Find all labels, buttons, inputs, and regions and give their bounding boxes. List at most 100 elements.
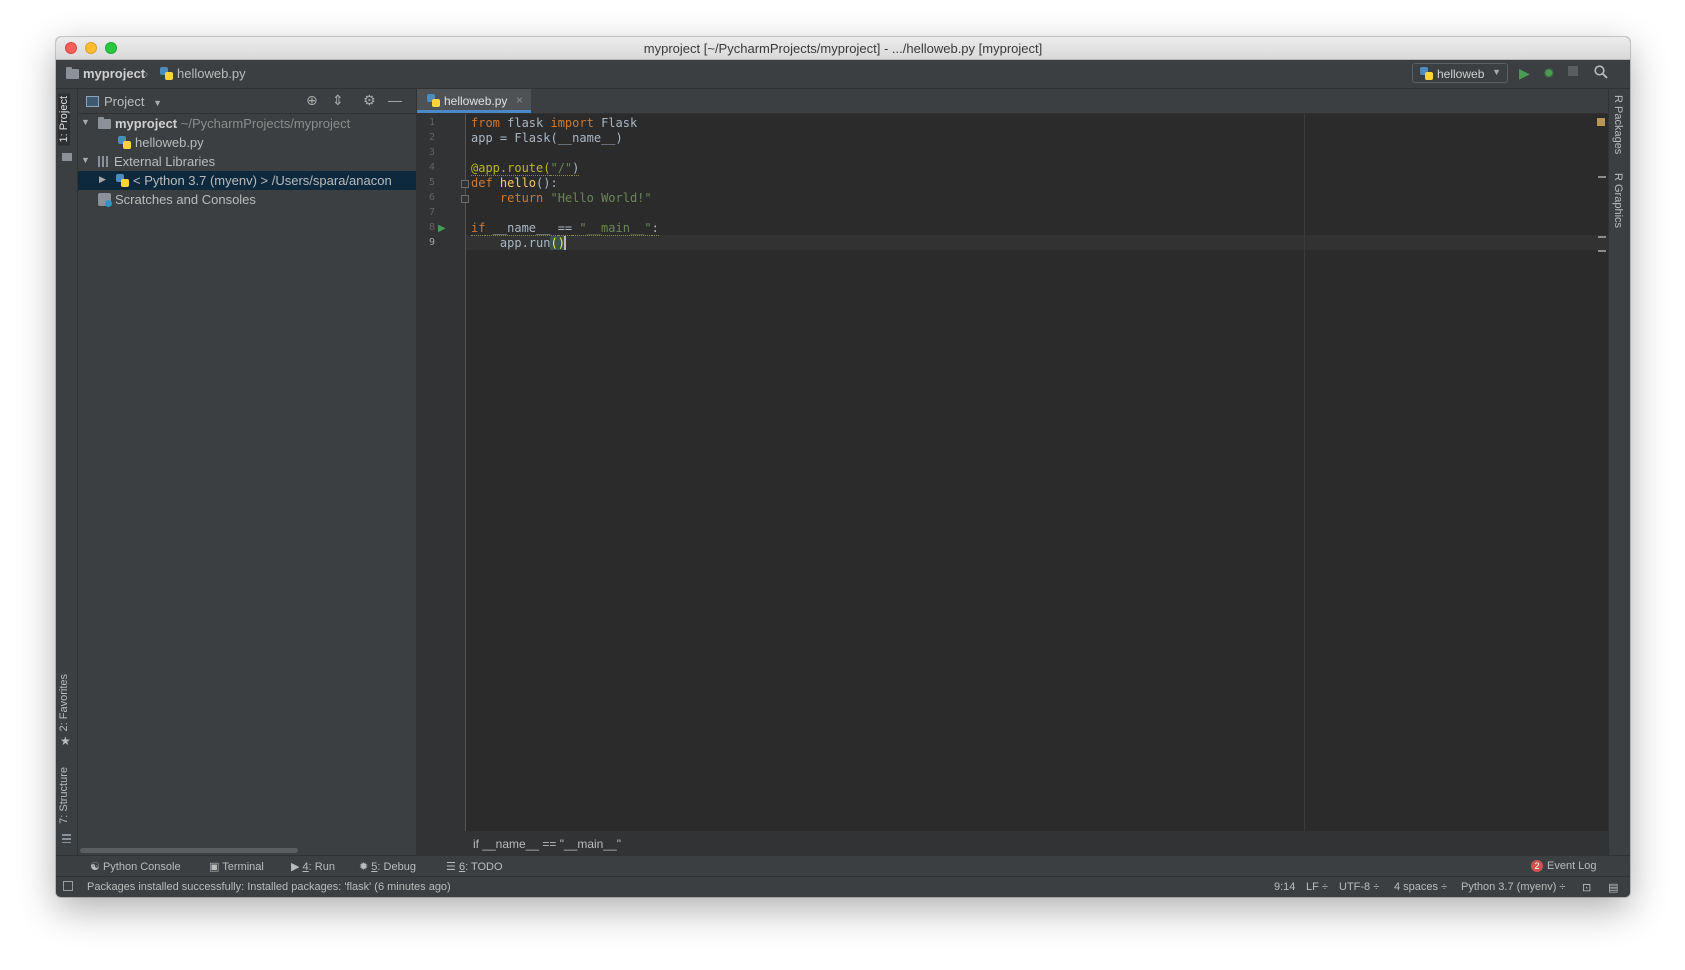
title-bar: myproject [~/PycharmProjects/myproject] … (56, 37, 1630, 60)
search-icon[interactable] (1594, 65, 1608, 82)
debug-icon: ✹ (359, 861, 369, 873)
window-title: myproject [~/PycharmProjects/myproject] … (643, 41, 1043, 56)
line-gutter: 1 2 3 4 5 6 7 8 9 ▶ (417, 114, 469, 832)
project-panel-header: Project ▼ ⊕ ⇕ ⚙ — (78, 89, 416, 114)
error-stripe-mark[interactable] (1598, 250, 1606, 252)
run-icon: ▶ (291, 861, 300, 873)
line-number: 7 (428, 207, 435, 218)
close-icon[interactable]: × (516, 93, 523, 107)
caret-position[interactable]: 9:14 (1274, 881, 1295, 893)
locate-icon[interactable]: ⊕ (306, 92, 318, 109)
tool-window-bar: ☯ Python Console ▣ Terminal ▶ 4: Run ✹ 5… (56, 855, 1630, 877)
breadcrumb-project[interactable]: myproject (66, 66, 145, 81)
tree-item-external-libraries[interactable]: ▼ External Libraries (78, 152, 416, 171)
right-margin-guide (1304, 114, 1305, 832)
project-panel: Project ▼ ⊕ ⇕ ⚙ — ▼ myproject ~/PycharmP… (78, 89, 417, 856)
chevron-down-icon: ▼ (1492, 67, 1501, 77)
run-configuration-select[interactable]: helloweb ▼ (1412, 63, 1508, 83)
tab-structure[interactable]: 7: Structure (58, 767, 70, 824)
interpreter-select[interactable]: Python 3.7 (myenv) ÷ (1461, 881, 1565, 893)
editor-breadcrumb[interactable]: if __name__ == "__main__" (473, 837, 621, 851)
tab-favorites[interactable]: 2: Favorites (58, 674, 70, 731)
library-icon (98, 156, 110, 167)
line-separator-select[interactable]: LF ÷ (1306, 881, 1328, 893)
python-file-icon (160, 67, 173, 80)
line-number: 1 (428, 117, 435, 128)
editor-area: helloweb.py × 1 2 3 4 5 6 7 8 9 ▶ from f… (417, 89, 1608, 856)
python-console-icon: ☯ (90, 861, 100, 873)
structure-icon (62, 834, 71, 843)
line-number: 6 (428, 192, 435, 203)
code-line-1: from flask import Flask (471, 116, 638, 130)
stop-icon[interactable] (1568, 66, 1578, 76)
editor-tab-bar: helloweb.py × (417, 89, 1608, 114)
todo-tool-button[interactable]: ☰ 6: TODO (446, 860, 503, 873)
text-caret (563, 236, 566, 250)
run-icon[interactable]: ▶ (1519, 65, 1530, 82)
run-gutter-icon[interactable]: ▶ (438, 223, 446, 234)
code-line-6: return "Hello World!" (499, 191, 652, 205)
python-file-icon (118, 136, 131, 149)
event-count-badge: 2 (1531, 860, 1543, 872)
code-line-9: app.run() (499, 236, 566, 250)
code-line-5: def hello(): (471, 176, 558, 190)
tree-item-myproject[interactable]: ▼ myproject ~/PycharmProjects/myproject (78, 114, 416, 133)
expand-arrow-icon[interactable]: ▼ (81, 117, 90, 127)
code-line-2: app = Flask(__name__) (471, 131, 623, 145)
run-tool-button[interactable]: ▶ 4: Run (291, 860, 335, 873)
debug-icon[interactable]: ✹ (1543, 65, 1555, 82)
breadcrumb-chevron: › (144, 66, 149, 81)
lock-icon[interactable]: ⊡ (1582, 881, 1591, 894)
status-message[interactable]: Packages installed successfully: Install… (87, 881, 451, 893)
python-icon (1420, 67, 1433, 80)
tool-windows-toggle-icon[interactable] (63, 881, 73, 891)
encoding-select[interactable]: UTF-8 ÷ (1339, 881, 1379, 893)
code-line-4: @app.route("/") (471, 161, 580, 176)
event-log-button[interactable]: 2 Event Log (1531, 860, 1597, 872)
tree-item-helloweb[interactable]: helloweb.py (78, 133, 416, 152)
debug-tool-button[interactable]: ✹ 5: Debug (359, 860, 416, 873)
terminal-button[interactable]: ▣ Terminal (209, 860, 264, 873)
scratches-icon (98, 193, 112, 207)
right-tool-stripe: R Packages R Graphics (1608, 89, 1630, 856)
list-icon: ☰ (446, 861, 456, 873)
breadcrumb-file[interactable]: helloweb.py (160, 66, 246, 81)
project-view-select[interactable]: Project ▼ (86, 94, 162, 109)
pycharm-window: myproject [~/PycharmProjects/myproject] … (56, 37, 1630, 897)
folder-icon (66, 67, 79, 79)
code-editor[interactable]: from flask import Flask app = Flask(__na… (466, 114, 1608, 832)
left-tool-stripe: 1: Project 2: Favorites ★ 7: Structure (56, 89, 78, 856)
error-stripe-mark[interactable] (1598, 236, 1606, 238)
tab-project[interactable]: 1: Project (58, 93, 70, 146)
line-number: 2 (428, 132, 435, 143)
memory-indicator-icon[interactable]: ▤ (1608, 881, 1618, 894)
tree-item-python-sdk[interactable]: ▶ < Python 3.7 (myenv) > /Users/spara/an… (78, 171, 416, 190)
code-line-8: if __name__ == "__main__": (471, 221, 659, 236)
status-bar: Packages installed successfully: Install… (56, 876, 1630, 897)
line-number: 5 (428, 177, 435, 188)
indent-select[interactable]: 4 spaces ÷ (1394, 881, 1447, 893)
tab-r-graphics[interactable]: R Graphics (1612, 173, 1624, 228)
inspection-status-icon[interactable] (1597, 118, 1605, 126)
error-stripe-mark[interactable] (1598, 176, 1606, 178)
gear-icon[interactable]: ⚙ (363, 92, 376, 109)
python-file-icon (427, 94, 440, 107)
chevron-down-icon: ▼ (153, 98, 163, 108)
collapse-all-icon[interactable]: ⇕ (332, 92, 344, 109)
horizontal-scrollbar[interactable] (80, 848, 298, 853)
python-icon (116, 174, 129, 187)
tab-r-packages[interactable]: R Packages (1612, 95, 1624, 154)
folder-icon (98, 117, 111, 129)
tree-item-scratches[interactable]: Scratches and Consoles (78, 190, 416, 209)
line-number: 8 (428, 222, 435, 233)
project-icon (86, 96, 99, 107)
line-number: 4 (428, 162, 435, 173)
folder-icon (62, 153, 72, 161)
python-console-button[interactable]: ☯ Python Console (90, 860, 181, 873)
line-number-current: 9 (428, 237, 435, 248)
terminal-icon: ▣ (209, 861, 220, 873)
expand-arrow-icon[interactable]: ▼ (81, 155, 90, 165)
tab-helloweb[interactable]: helloweb.py × (417, 89, 531, 113)
collapse-arrow-icon[interactable]: ▶ (99, 174, 106, 185)
hide-icon[interactable]: — (388, 92, 402, 108)
